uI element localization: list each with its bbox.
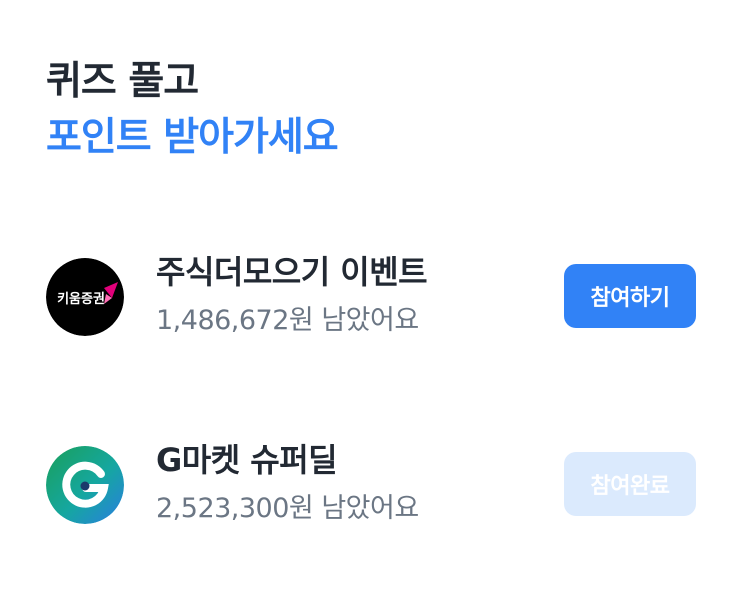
event-item-kiwoom: 키움증권 주식더모으기 이벤트 1,486,672원 남았어요 참여하기: [46, 250, 698, 340]
event-title: 주식더모으기 이벤트: [156, 253, 428, 291]
participation-complete-button[interactable]: 참여완료: [564, 452, 696, 516]
event-remaining-amount: 1,486,672원 남았어요: [156, 305, 419, 336]
participate-button[interactable]: 참여하기: [564, 264, 696, 328]
kiwoom-securities-logo-icon: 키움증권: [46, 258, 124, 336]
heading-line-2: 포인트 받아가세요: [46, 115, 339, 160]
event-title: G마켓 슈퍼딜: [156, 441, 338, 479]
gmarket-logo-icon: [46, 446, 124, 524]
event-item-gmarket: G마켓 슈퍼딜 2,523,300원 남았어요 참여완료: [46, 438, 698, 528]
quiz-event-panel: 퀴즈 풀고 포인트 받아가세요 키움증권 주식더모으기 이벤트 1,486,67…: [0, 0, 743, 589]
event-remaining-amount: 2,523,300원 남았어요: [156, 493, 419, 524]
heading: 퀴즈 풀고 포인트 받아가세요: [46, 54, 339, 166]
heading-line-1: 퀴즈 풀고: [46, 59, 199, 104]
kiwoom-logo-text: 키움증권: [57, 291, 105, 307]
